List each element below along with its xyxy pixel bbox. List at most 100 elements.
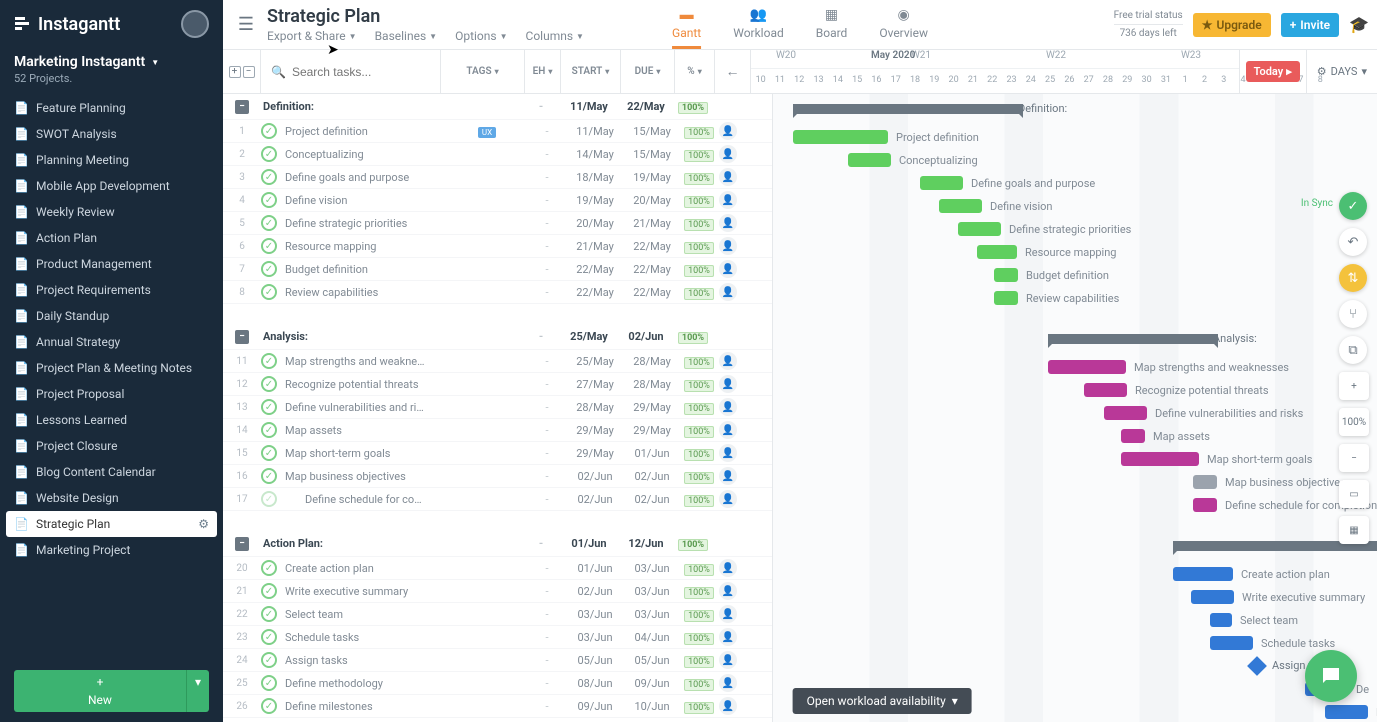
- gantt-bar[interactable]: Select team: [1210, 613, 1232, 627]
- sidebar-project-item[interactable]: 📄Strategic Plan⚙: [6, 511, 217, 537]
- gantt-bar[interactable]: Budget definition: [994, 268, 1018, 282]
- check-icon[interactable]: ✓: [261, 123, 277, 139]
- task-row[interactable]: 13✓Define vulnerabilities and ri…-28/May…: [223, 396, 772, 419]
- gantt-bar[interactable]: Recognize potential threats: [1084, 383, 1127, 397]
- sidebar-project-item[interactable]: 📄Project Requirements: [0, 277, 223, 303]
- expand-icon[interactable]: +: [229, 66, 241, 78]
- col-eh[interactable]: EH▾: [525, 50, 561, 93]
- task-row[interactable]: 11✓Map strengths and weakne…-25/May28/Ma…: [223, 350, 772, 373]
- check-icon[interactable]: ✓: [261, 583, 277, 599]
- check-icon[interactable]: ✓: [261, 675, 277, 691]
- gantt-bar[interactable]: Define milestones: [1325, 705, 1368, 719]
- sidebar-project-item[interactable]: 📄Action Plan: [0, 225, 223, 251]
- task-row[interactable]: 8✓Review capabilities-22/May22/May100%👤: [223, 281, 772, 304]
- autoschedule-icon[interactable]: ⇅: [1339, 264, 1367, 292]
- gantt-bar[interactable]: Map short-term goals: [1121, 452, 1199, 466]
- assignee-icon[interactable]: 👤: [719, 605, 737, 623]
- fit-icon[interactable]: ▭: [1339, 480, 1369, 508]
- task-row[interactable]: 1✓Project definitionUX-11/May15/May100%👤: [223, 120, 772, 143]
- dependencies-icon[interactable]: ⑂: [1339, 300, 1367, 328]
- top-menu-item[interactable]: Options ▼: [455, 29, 507, 43]
- task-row[interactable]: 21✓Write executive summary-02/Jun03/Jun1…: [223, 580, 772, 603]
- assignee-icon[interactable]: 👤: [719, 122, 737, 140]
- assignee-icon[interactable]: 👤: [719, 398, 737, 416]
- gantt-bar[interactable]: Conceptualizing: [848, 153, 891, 167]
- workspace-selector[interactable]: Marketing Instagantt ▼: [0, 48, 223, 72]
- sidebar-project-item[interactable]: 📄Mobile App Development: [0, 173, 223, 199]
- section-row[interactable]: −Action Plan:-01/Jun12/Jun100%: [223, 531, 772, 557]
- assignee-icon[interactable]: 👤: [719, 559, 737, 577]
- check-icon[interactable]: ✓: [261, 353, 277, 369]
- task-row[interactable]: 5✓Define strategic priorities-20/May21/M…: [223, 212, 772, 235]
- assignee-icon[interactable]: 👤: [719, 237, 737, 255]
- task-row[interactable]: 6✓Resource mapping-21/May22/May100%👤: [223, 235, 772, 258]
- check-icon[interactable]: ✓: [261, 606, 277, 622]
- gantt-bar[interactable]: Define schedule for completion: [1193, 498, 1217, 512]
- gantt-bar[interactable]: Define strategic priorities: [958, 222, 1001, 236]
- task-row[interactable]: 3✓Define goals and purpose-18/May19/May1…: [223, 166, 772, 189]
- task-row[interactable]: 26✓Define milestones-09/Jun10/Jun100%👤: [223, 695, 772, 718]
- check-icon[interactable]: ✓: [261, 468, 277, 484]
- col-pct[interactable]: %▾: [675, 50, 715, 93]
- check-icon[interactable]: ✓: [261, 169, 277, 185]
- check-icon[interactable]: ✓: [261, 445, 277, 461]
- task-row[interactable]: 17✓Define schedule for co…-02/Jun02/Jun1…: [223, 488, 772, 511]
- check-icon[interactable]: ✓: [261, 215, 277, 231]
- sidebar-project-item[interactable]: 📄Product Management: [0, 251, 223, 277]
- check-icon[interactable]: ✓: [261, 652, 277, 668]
- assignee-icon[interactable]: 👤: [719, 651, 737, 669]
- task-row[interactable]: 16✓Map business objectives-02/Jun02/Jun1…: [223, 465, 772, 488]
- search-box[interactable]: 🔍: [261, 50, 441, 93]
- gantt-bar[interactable]: Define goals and purpose: [920, 176, 963, 190]
- collapse-icon[interactable]: −: [235, 330, 249, 344]
- sidebar-project-item[interactable]: 📄Annual Strategy: [0, 329, 223, 355]
- chat-fab[interactable]: [1305, 650, 1357, 702]
- upgrade-button[interactable]: ★ Upgrade: [1193, 13, 1271, 37]
- check-icon[interactable]: ✓: [261, 192, 277, 208]
- sidebar-project-item[interactable]: 📄SWOT Analysis: [0, 121, 223, 147]
- assignee-icon[interactable]: 👤: [719, 168, 737, 186]
- top-menu-item[interactable]: Export & Share ▼: [267, 29, 357, 43]
- chevron-down-icon[interactable]: ▾: [186, 670, 209, 712]
- task-row[interactable]: 22✓Select team-03/Jun03/Jun100%👤: [223, 603, 772, 626]
- assignee-icon[interactable]: 👤: [719, 490, 737, 508]
- assignee-icon[interactable]: 👤: [719, 352, 737, 370]
- top-menu-item[interactable]: Baselines ▼: [375, 29, 438, 43]
- task-row[interactable]: 20✓Create action plan-01/Jun03/Jun100%👤: [223, 557, 772, 580]
- gantt-chart[interactable]: Definition:Project definitionConceptuali…: [773, 94, 1377, 722]
- assignee-icon[interactable]: 👤: [719, 467, 737, 485]
- view-tab[interactable]: ◉Overview: [879, 7, 928, 49]
- sidebar-project-item[interactable]: 📄Daily Standup: [0, 303, 223, 329]
- apply-icon[interactable]: ✓: [1339, 192, 1367, 220]
- help-icon[interactable]: 🎓: [1349, 15, 1369, 34]
- sidebar-project-item[interactable]: 📄Project Closure: [0, 433, 223, 459]
- task-row[interactable]: 23✓Schedule tasks-03/Jun04/Jun100%👤: [223, 626, 772, 649]
- task-table[interactable]: −Definition:-11/May22/May100%1✓Project d…: [223, 94, 773, 722]
- zoom-level[interactable]: 100%: [1339, 408, 1369, 436]
- task-row[interactable]: 4✓Define vision-19/May20/May100%👤: [223, 189, 772, 212]
- check-icon[interactable]: ✓: [261, 146, 277, 162]
- gantt-bar[interactable]: Define vision: [939, 199, 982, 213]
- section-row[interactable]: −Analysis:-25/May02/Jun100%: [223, 324, 772, 350]
- sidebar-project-item[interactable]: 📄Lessons Learned: [0, 407, 223, 433]
- gantt-bar[interactable]: Schedule tasks: [1210, 636, 1253, 650]
- assignee-icon[interactable]: 👤: [719, 674, 737, 692]
- user-avatar[interactable]: [181, 10, 209, 38]
- check-icon[interactable]: ✓: [261, 238, 277, 254]
- invite-button[interactable]: + Invite: [1281, 13, 1339, 37]
- view-tab[interactable]: ▬Gantt: [672, 6, 701, 49]
- zoom-units[interactable]: ⚙ DAYS ▾: [1306, 50, 1377, 93]
- workload-button[interactable]: Open workload availability ▾: [793, 688, 972, 714]
- check-icon[interactable]: ✓: [261, 491, 277, 507]
- sidebar-project-item[interactable]: 📄Feature Planning: [0, 95, 223, 121]
- section-row[interactable]: −Definition:-11/May22/May100%: [223, 94, 772, 120]
- assignee-icon[interactable]: 👤: [719, 191, 737, 209]
- check-icon[interactable]: ✓: [261, 399, 277, 415]
- assignee-icon[interactable]: 👤: [719, 214, 737, 232]
- view-tab[interactable]: 👥Workload: [733, 7, 784, 49]
- undo-icon[interactable]: ↶: [1339, 228, 1367, 256]
- grid-icon[interactable]: ▦: [1339, 516, 1369, 544]
- sidebar-project-item[interactable]: 📄Planning Meeting: [0, 147, 223, 173]
- col-due[interactable]: DUE▾: [621, 50, 675, 93]
- check-icon[interactable]: ✓: [261, 560, 277, 576]
